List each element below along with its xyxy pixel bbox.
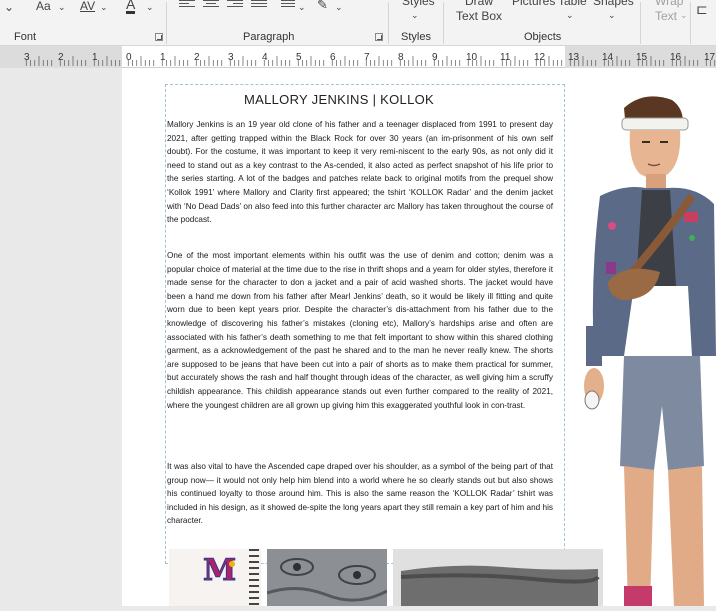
chevron-down-icon[interactable]: ⌄: [298, 0, 306, 14]
shapes-button[interactable]: Shapes: [593, 0, 634, 8]
ribbon: ⌄ Aa ⌄ AV ⌄ A ⌄ Font ⌄ ✎ ⌄ Paragraph Sty…: [0, 0, 716, 46]
dialog-launcher-icon[interactable]: [155, 33, 163, 41]
chevron-down-icon[interactable]: ⌄: [335, 0, 343, 14]
ruler-label: 15: [636, 52, 648, 63]
table-button[interactable]: Table: [558, 0, 587, 8]
objects-group: Draw Text Box Pictures Table ⌄ Shapes ⌄ …: [444, 0, 640, 46]
styles-button[interactable]: Styles: [402, 0, 435, 8]
character-spacing-button[interactable]: AV: [80, 0, 95, 13]
line-spacing-icon[interactable]: [281, 0, 297, 12]
ruler-label: 2: [194, 52, 200, 63]
ruler-label: 5: [296, 52, 302, 63]
draw-text-box-button[interactable]: Draw Text Box: [456, 0, 502, 24]
ruler-label: 11: [500, 52, 511, 63]
align-right-icon[interactable]: [227, 0, 243, 12]
ruler-label: 3: [228, 52, 234, 63]
font-size-dropdown[interactable]: ⌄: [4, 0, 14, 14]
align-left-icon[interactable]: [179, 0, 195, 12]
font-color-button[interactable]: A: [126, 0, 136, 14]
change-case-button[interactable]: Aa: [36, 0, 51, 13]
page: MALLORY JENKINS | KOLLOK Mallory Jenkins…: [122, 68, 716, 606]
paragraph[interactable]: It was also vital to have the Ascended c…: [167, 460, 553, 528]
objects-group-label: Objects: [524, 31, 562, 43]
font-group: ⌄ Aa ⌄ AV ⌄ A ⌄ Font: [0, 0, 166, 46]
badge-image[interactable]: M: [169, 549, 261, 606]
ruler-label: 10: [466, 52, 478, 63]
mallory-figure-image: [584, 96, 716, 606]
ruler-label: 7: [364, 52, 370, 63]
texture-image[interactable]: [267, 549, 387, 606]
align-center-icon[interactable]: [203, 0, 219, 12]
align-objects-icon[interactable]: ⊏: [696, 2, 708, 16]
ruler-label: 0: [126, 52, 132, 63]
ruler-label: 12: [534, 52, 546, 63]
dialog-launcher-icon[interactable]: [375, 33, 383, 41]
separator: [690, 2, 691, 44]
ruler-label: 8: [398, 52, 404, 63]
chevron-down-icon[interactable]: ⌄: [411, 8, 419, 22]
chevron-down-icon[interactable]: ⌄: [680, 8, 688, 22]
ruler-label: 9: [432, 52, 438, 63]
paragraph[interactable]: One of the most important elements withi…: [167, 249, 553, 412]
styles-group-label: Styles: [401, 31, 431, 43]
horizontal-ruler[interactable]: 3 2 1 0 1 2 3 4 5 6 7 8 9 10 11 12 13 14 15 16 17: [0, 46, 716, 68]
styles-group: Styles ⌄ Styles: [389, 0, 443, 46]
paragraph-format-icon[interactable]: ✎: [317, 0, 328, 12]
paragraph[interactable]: Mallory Jenkins is an 19 year old clone …: [167, 118, 553, 227]
chevron-down-icon[interactable]: ⌄: [608, 8, 616, 22]
paragraph-group-label: Paragraph: [243, 31, 295, 43]
ruler-label: 1: [92, 52, 98, 63]
character-illustration[interactable]: [564, 86, 716, 606]
ruler-label: 17: [704, 52, 716, 63]
chevron-down-icon[interactable]: ⌄: [566, 8, 574, 22]
font-group-label: Font: [14, 31, 37, 43]
paragraph-group: ⌄ ✎ ⌄ Paragraph: [167, 0, 387, 46]
chevron-down-icon: ⌄: [4, 0, 15, 14]
ruler-label: 13: [568, 52, 580, 63]
badge-letter: M: [202, 553, 237, 589]
eye-pattern-image: [267, 549, 387, 606]
pictures-button[interactable]: Pictures: [512, 0, 555, 8]
chevron-down-icon[interactable]: ⌄: [58, 0, 66, 14]
ruler-label: 2: [58, 52, 64, 63]
ruler-label: 14: [602, 52, 614, 63]
ruler-label: 4: [262, 52, 268, 63]
separator: [640, 2, 641, 44]
ruler-label: 6: [330, 52, 336, 63]
document-title[interactable]: MALLORY JENKINS | KOLLOK: [244, 92, 434, 107]
chevron-down-icon[interactable]: ⌄: [146, 0, 154, 14]
spiral-binding-icon: [249, 549, 259, 606]
ruler-label: 3: [24, 52, 30, 63]
workspace: MALLORY JENKINS | KOLLOK Mallory Jenkins…: [0, 68, 716, 606]
ruler-scale: 3 2 1 0 1 2 3 4 5 6 7 8 9 10 11 12 13 14 15 16 17: [0, 46, 716, 68]
ruler-label: 16: [670, 52, 682, 63]
star-icon: [229, 561, 235, 567]
justify-icon[interactable]: [251, 0, 267, 12]
chevron-down-icon[interactable]: ⌄: [100, 0, 108, 14]
ruler-label: 1: [160, 52, 166, 63]
